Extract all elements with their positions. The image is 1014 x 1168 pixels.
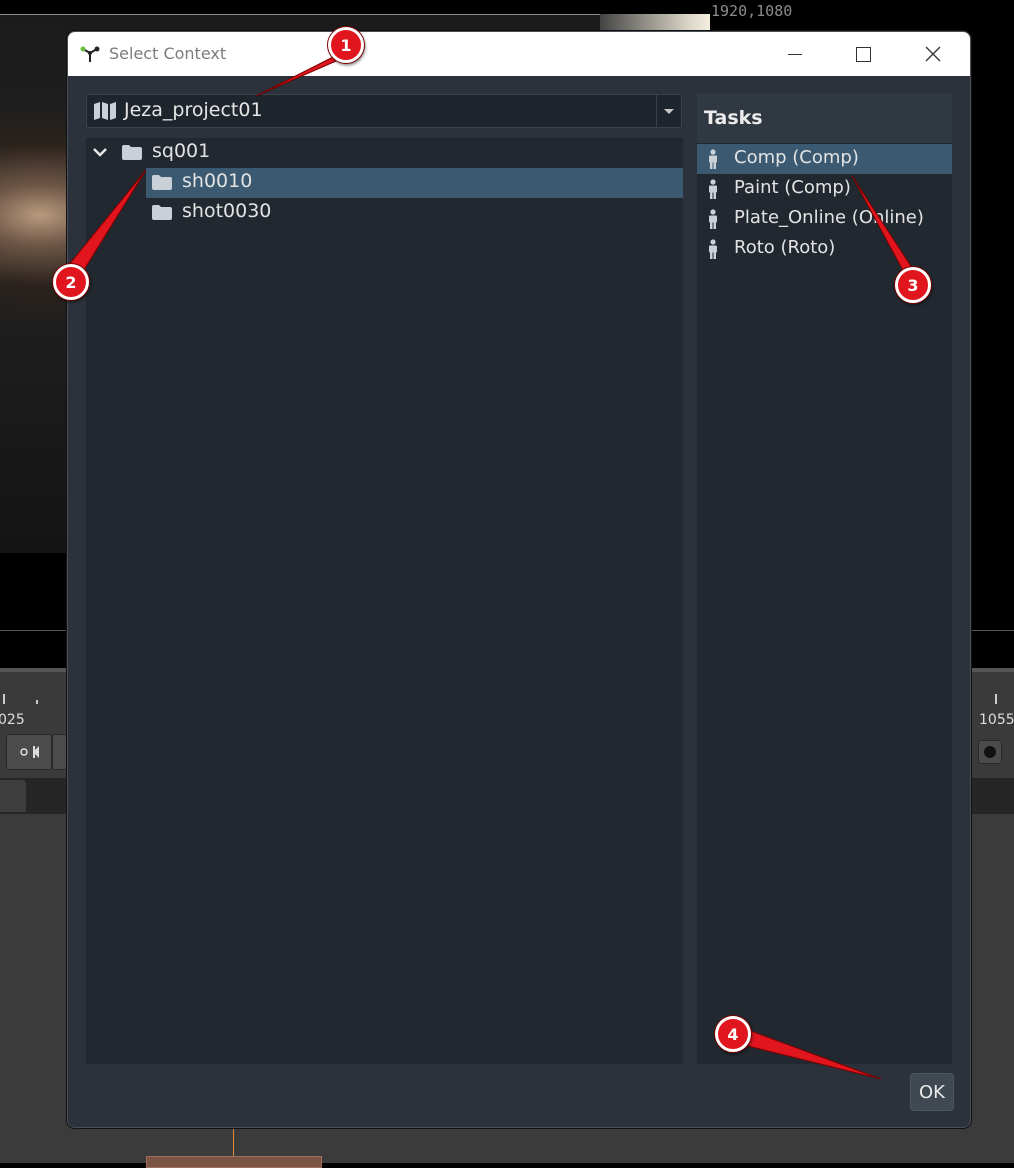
task-label: Comp (Comp) (734, 147, 859, 168)
step-back-button[interactable] (6, 734, 52, 770)
task-item-paint[interactable]: Paint (Comp) (697, 174, 952, 204)
expand-chevron-icon[interactable] (93, 146, 107, 158)
person-icon (709, 149, 717, 169)
annotation-badge-4: 4 (715, 1016, 751, 1052)
folder-icon (152, 175, 172, 190)
maximize-icon (855, 46, 871, 62)
app-logo-icon (80, 46, 100, 62)
maximize-button[interactable] (840, 32, 886, 76)
tasks-title: Tasks (704, 107, 763, 129)
task-label: Roto (Roto) (734, 237, 836, 258)
playback-button[interactable] (52, 734, 68, 770)
map-icon (94, 102, 116, 120)
tree-item-sq001[interactable]: sq001 (86, 138, 683, 168)
person-icon (709, 209, 717, 229)
minimize-button[interactable] (772, 32, 818, 76)
viewer-image-edge (600, 14, 710, 32)
tree-item-sh0010[interactable]: sh0010 (86, 168, 683, 198)
timeline-tick (995, 694, 997, 704)
person-icon (709, 239, 717, 259)
tree-item-label: shot0030 (182, 200, 272, 222)
timeline-end-frame: 1055 (979, 712, 1014, 728)
minimize-icon (788, 53, 802, 55)
timeline-start-frame: 025 (0, 712, 25, 728)
tree-item-label: sh0010 (182, 170, 253, 192)
record-button[interactable] (978, 740, 1002, 764)
record-icon (984, 746, 996, 758)
tasks-panel: Tasks Comp (Comp) Paint (Comp) Plate_Onl… (697, 93, 952, 1064)
dialog-titlebar[interactable]: Select Context (68, 32, 970, 76)
project-select-value: Jeza_project01 (124, 99, 263, 121)
select-context-dialog: Select Context Jeza_project01 sq001 sh00… (67, 31, 971, 1128)
annotation-badge-3: 3 (895, 267, 931, 303)
graph-node[interactable] (146, 1156, 322, 1168)
task-item-plate-online[interactable]: Plate_Online (Online) (697, 204, 952, 234)
ok-button[interactable]: OK (910, 1073, 954, 1111)
timeline-tick (3, 694, 5, 704)
hierarchy-tree: sq001 sh0010 shot0030 (86, 138, 683, 1064)
tree-item-label: sq001 (152, 140, 211, 162)
project-select[interactable]: Jeza_project01 (86, 94, 682, 128)
annotation-badge-1: 1 (328, 27, 364, 63)
task-item-roto[interactable]: Roto (Roto) (697, 234, 952, 264)
close-icon (925, 46, 941, 62)
task-item-comp[interactable]: Comp (Comp) (697, 144, 952, 174)
timeline-tick (36, 700, 38, 704)
viewer-resolution-label: 1920,1080 (711, 2, 793, 20)
tasks-header: Tasks (697, 93, 952, 143)
annotation-badge-2: 2 (53, 264, 89, 300)
task-label: Paint (Comp) (734, 177, 851, 198)
person-icon (709, 179, 717, 199)
chevron-down-icon (664, 108, 674, 114)
folder-icon (152, 205, 172, 220)
step-back-icon (20, 746, 39, 758)
dialog-title: Select Context (109, 44, 227, 63)
tree-item-shot0030[interactable]: shot0030 (86, 198, 683, 228)
task-label: Plate_Online (Online) (734, 207, 924, 228)
close-button[interactable] (910, 32, 956, 76)
folder-icon (122, 145, 142, 160)
dropdown-arrow-button[interactable] (656, 95, 681, 127)
panel-tab[interactable] (0, 780, 26, 812)
